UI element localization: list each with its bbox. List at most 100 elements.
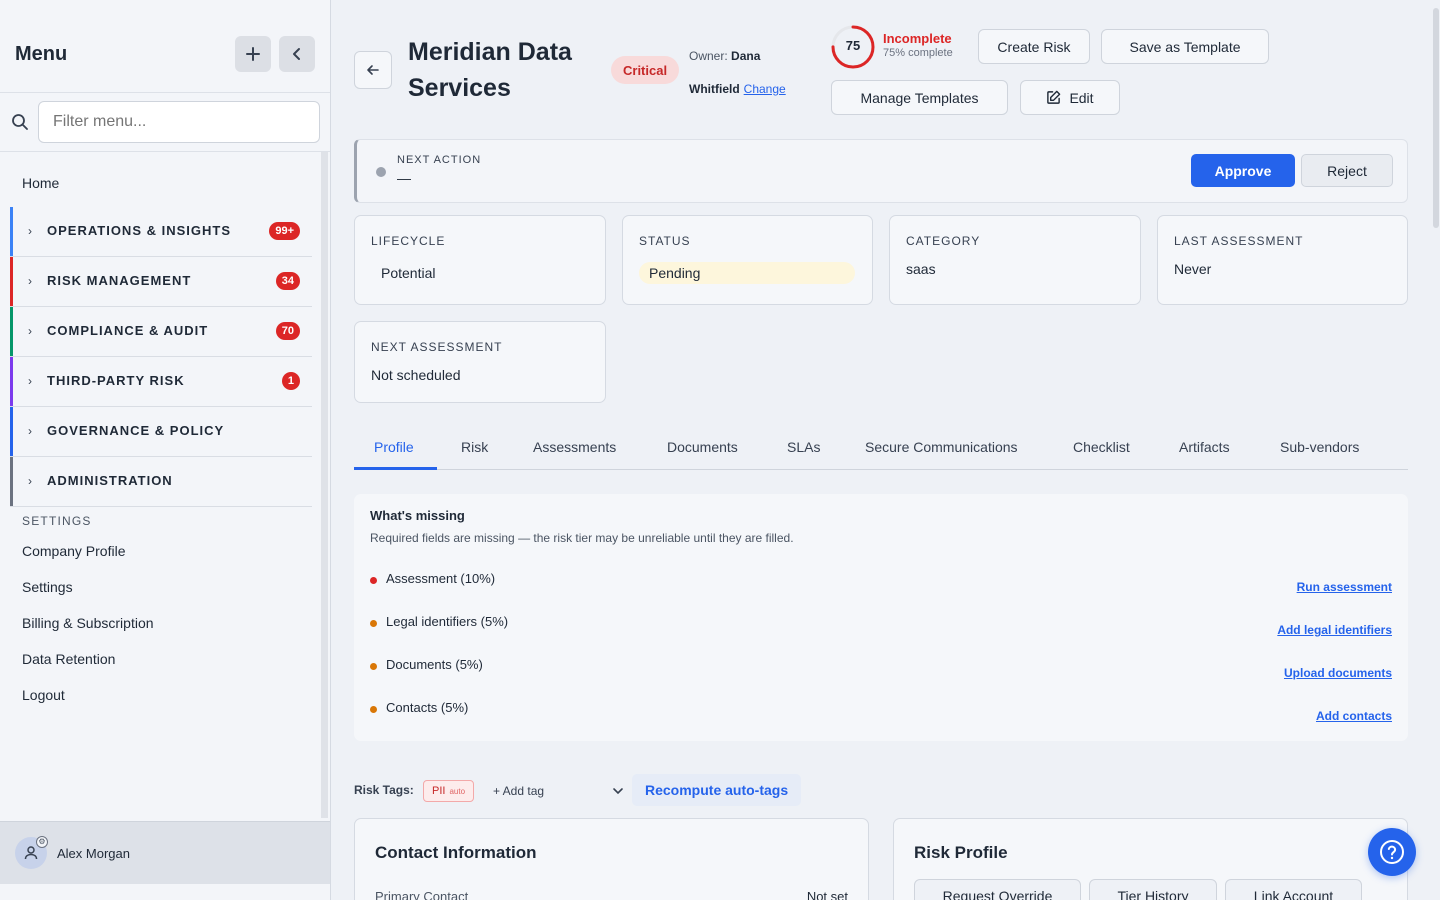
risk-profile-card: Risk Profile Request Override Tier Histo…	[893, 818, 1408, 900]
page-scrollbar[interactable]	[1432, 0, 1440, 900]
score-status: Incomplete	[883, 31, 952, 46]
manage-templates-button[interactable]: Manage Templates	[831, 80, 1008, 115]
score-value: 75	[845, 38, 861, 53]
active-tab-indicator	[354, 467, 437, 470]
sidebar-group-label: COMPLIANCE & AUDIT	[47, 323, 209, 338]
page-title: Meridian Data Services	[408, 38, 572, 102]
filter-menu-input[interactable]	[38, 101, 320, 143]
sidebar-group-risk-management[interactable]: › RISK MANAGEMENT 34	[10, 257, 312, 307]
missing-item: Legal identifiers (5%) Add legal identif…	[370, 614, 1392, 637]
sidebar-group-third-party[interactable]: › THIRD-PARTY RISK 1	[10, 357, 312, 407]
approve-button[interactable]: Approve	[1191, 154, 1295, 187]
sidebar-item-billing[interactable]: Billing & Subscription	[22, 615, 154, 651]
group-color-bar	[10, 257, 13, 306]
owner-last-line: Whitfield Change	[689, 82, 786, 96]
scrollbar-thumb[interactable]	[1433, 8, 1439, 228]
missing-item-label: Legal identifiers (5%)	[386, 614, 509, 629]
tab-slas[interactable]: SLAs	[787, 439, 820, 455]
pii-tag[interactable]: PII auto	[423, 780, 475, 802]
risk-tags-label: Risk Tags:	[354, 783, 414, 797]
tab-artifacts[interactable]: Artifacts	[1179, 439, 1230, 455]
count-badge: 1	[281, 372, 300, 390]
upload-documents-link[interactable]: Upload documents	[1284, 666, 1392, 680]
missing-title: What's missing	[370, 508, 465, 523]
group-color-bar	[10, 357, 13, 406]
sidebar-item-home[interactable]: Home	[22, 175, 59, 191]
tier-history-button[interactable]: Tier History	[1089, 879, 1217, 900]
tab-documents[interactable]: Documents	[667, 439, 738, 455]
card-label: NEXT ASSESSMENT	[371, 340, 503, 354]
card-label: LIFECYCLE	[371, 234, 446, 248]
search-icon	[12, 114, 28, 130]
next-action-label: NEXT ACTION	[397, 154, 482, 166]
tab-checklist[interactable]: Checklist	[1073, 439, 1130, 455]
tab-sub-vendors[interactable]: Sub-vendors	[1280, 439, 1359, 455]
severity-dot	[370, 577, 377, 584]
user-profile-footer[interactable]: ⚙ Alex Morgan	[0, 821, 330, 884]
card-value: Potential	[381, 265, 436, 281]
add-button[interactable]	[235, 36, 271, 72]
category-card: CATEGORY saas	[889, 215, 1141, 305]
create-risk-button[interactable]: Create Risk	[978, 29, 1090, 64]
group-color-bar	[10, 307, 13, 356]
chevron-right-icon: ›	[28, 324, 32, 338]
sidebar-group-label: ADMINISTRATION	[47, 473, 173, 488]
severity-dot	[370, 663, 377, 670]
add-contacts-link[interactable]: Add contacts	[1316, 709, 1392, 723]
severity-dot	[370, 620, 377, 627]
reject-button[interactable]: Reject	[1301, 154, 1393, 187]
sidebar-title: Menu	[15, 43, 68, 65]
sidebar-group-label: RISK MANAGEMENT	[47, 273, 192, 288]
sidebar-item-settings[interactable]: Settings	[22, 579, 154, 615]
add-legal-identifiers-link[interactable]: Add legal identifiers	[1277, 623, 1392, 637]
status-pill: Pending	[639, 262, 855, 284]
add-tag-select[interactable]: + Add tag	[483, 780, 628, 802]
back-button[interactable]	[354, 51, 392, 89]
missing-item: Contacts (5%) Add contacts	[370, 700, 1392, 723]
sidebar-item-logout[interactable]: Logout	[22, 687, 154, 723]
settings-heading: SETTINGS	[22, 514, 92, 528]
sidebar-item-company-profile[interactable]: Company Profile	[22, 543, 154, 579]
chevron-right-icon: ›	[28, 474, 32, 488]
next-action-value: —	[397, 170, 411, 186]
request-override-button[interactable]: Request Override	[914, 879, 1081, 900]
tag-label: PII	[432, 785, 446, 797]
sidebar-groups: › OPERATIONS & INSIGHTS 99+ › RISK MANAG…	[10, 207, 312, 507]
sidebar: Menu Home › OPERATIONS & INSIGHTS 99+ › …	[0, 0, 331, 900]
sidebar-item-data-retention[interactable]: Data Retention	[22, 651, 154, 687]
chevron-right-icon: ›	[28, 374, 32, 388]
missing-item-label: Documents (5%)	[386, 657, 483, 672]
card-title: Contact Information	[375, 843, 537, 862]
tab-profile[interactable]: Profile	[374, 439, 414, 455]
user-name: Alex Morgan	[57, 846, 130, 861]
help-button[interactable]	[1368, 828, 1416, 876]
sidebar-group-operations[interactable]: › OPERATIONS & INSIGHTS 99+	[10, 207, 312, 257]
sidebar-group-label: GOVERNANCE & POLICY	[47, 423, 225, 438]
edit-button[interactable]: Edit	[1020, 80, 1120, 115]
change-owner-link[interactable]: Change	[744, 82, 786, 96]
recompute-auto-tags-button[interactable]: Recompute auto-tags	[632, 774, 802, 806]
save-as-template-button[interactable]: Save as Template	[1101, 29, 1269, 64]
plus-icon	[246, 47, 260, 61]
sidebar-scrollbar[interactable]	[321, 152, 328, 818]
sidebar-group-administration[interactable]: › ADMINISTRATION	[10, 457, 312, 507]
severity-dot	[370, 706, 377, 713]
sidebar-search	[0, 93, 330, 152]
card-value: saas	[906, 261, 936, 277]
tab-risk[interactable]: Risk	[461, 439, 488, 455]
sidebar-group-compliance[interactable]: › COMPLIANCE & AUDIT 70	[10, 307, 312, 357]
link-account-button[interactable]: Link Account	[1225, 879, 1362, 900]
tab-secure-communications[interactable]: Secure Communications	[865, 439, 1018, 455]
collapse-sidebar-button[interactable]	[279, 36, 315, 72]
sidebar-header: Menu	[0, 0, 330, 93]
card-label: LAST ASSESSMENT	[1174, 234, 1304, 248]
owner-label: Owner: Dana	[689, 49, 760, 63]
primary-contact-label: Primary Contact	[375, 889, 469, 900]
sidebar-group-governance[interactable]: › GOVERNANCE & POLICY	[10, 407, 312, 457]
chevron-right-icon: ›	[28, 224, 32, 238]
tab-assessments[interactable]: Assessments	[533, 439, 616, 455]
arrow-left-icon	[367, 65, 379, 75]
edit-label: Edit	[1069, 89, 1094, 106]
run-assessment-link[interactable]: Run assessment	[1297, 580, 1392, 594]
count-badge: 70	[275, 322, 300, 340]
